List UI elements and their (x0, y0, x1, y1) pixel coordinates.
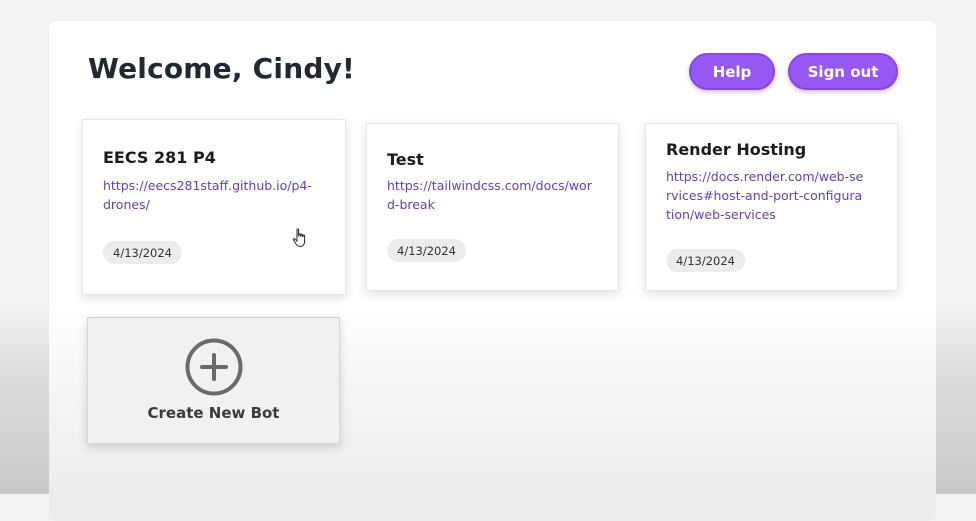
bot-card-url[interactable]: https://tailwindcss.com/docs/word-break (387, 176, 597, 214)
date-badge: 4/13/2024 (666, 249, 745, 272)
date-badge: 4/13/2024 (387, 239, 466, 262)
page-title: Welcome, Cindy! (88, 52, 356, 85)
create-new-bot-label: Create New Bot (147, 404, 280, 422)
bot-card-url[interactable]: https://docs.render.com/web-services#hos… (666, 167, 866, 224)
create-new-bot-button[interactable]: Create New Bot (87, 317, 340, 444)
bot-card[interactable]: Render Hosting https://docs.render.com/w… (645, 123, 898, 291)
plus-circle-icon (185, 338, 243, 396)
bot-card-title: EECS 281 P4 (103, 148, 216, 167)
bot-card[interactable]: Test https://tailwindcss.com/docs/word-b… (366, 123, 619, 291)
help-button[interactable]: Help (689, 53, 775, 90)
bot-card-title: Render Hosting (666, 140, 807, 159)
hand-pointer-cursor-icon (292, 228, 306, 247)
bot-card-title: Test (387, 150, 424, 169)
sign-out-button[interactable]: Sign out (788, 53, 898, 90)
bot-card-url[interactable]: https://eecs281staff.github.io/p4-drones… (103, 176, 318, 214)
date-badge: 4/13/2024 (103, 241, 182, 264)
bot-card[interactable]: EECS 281 P4 https://eecs281staff.github.… (82, 119, 346, 295)
